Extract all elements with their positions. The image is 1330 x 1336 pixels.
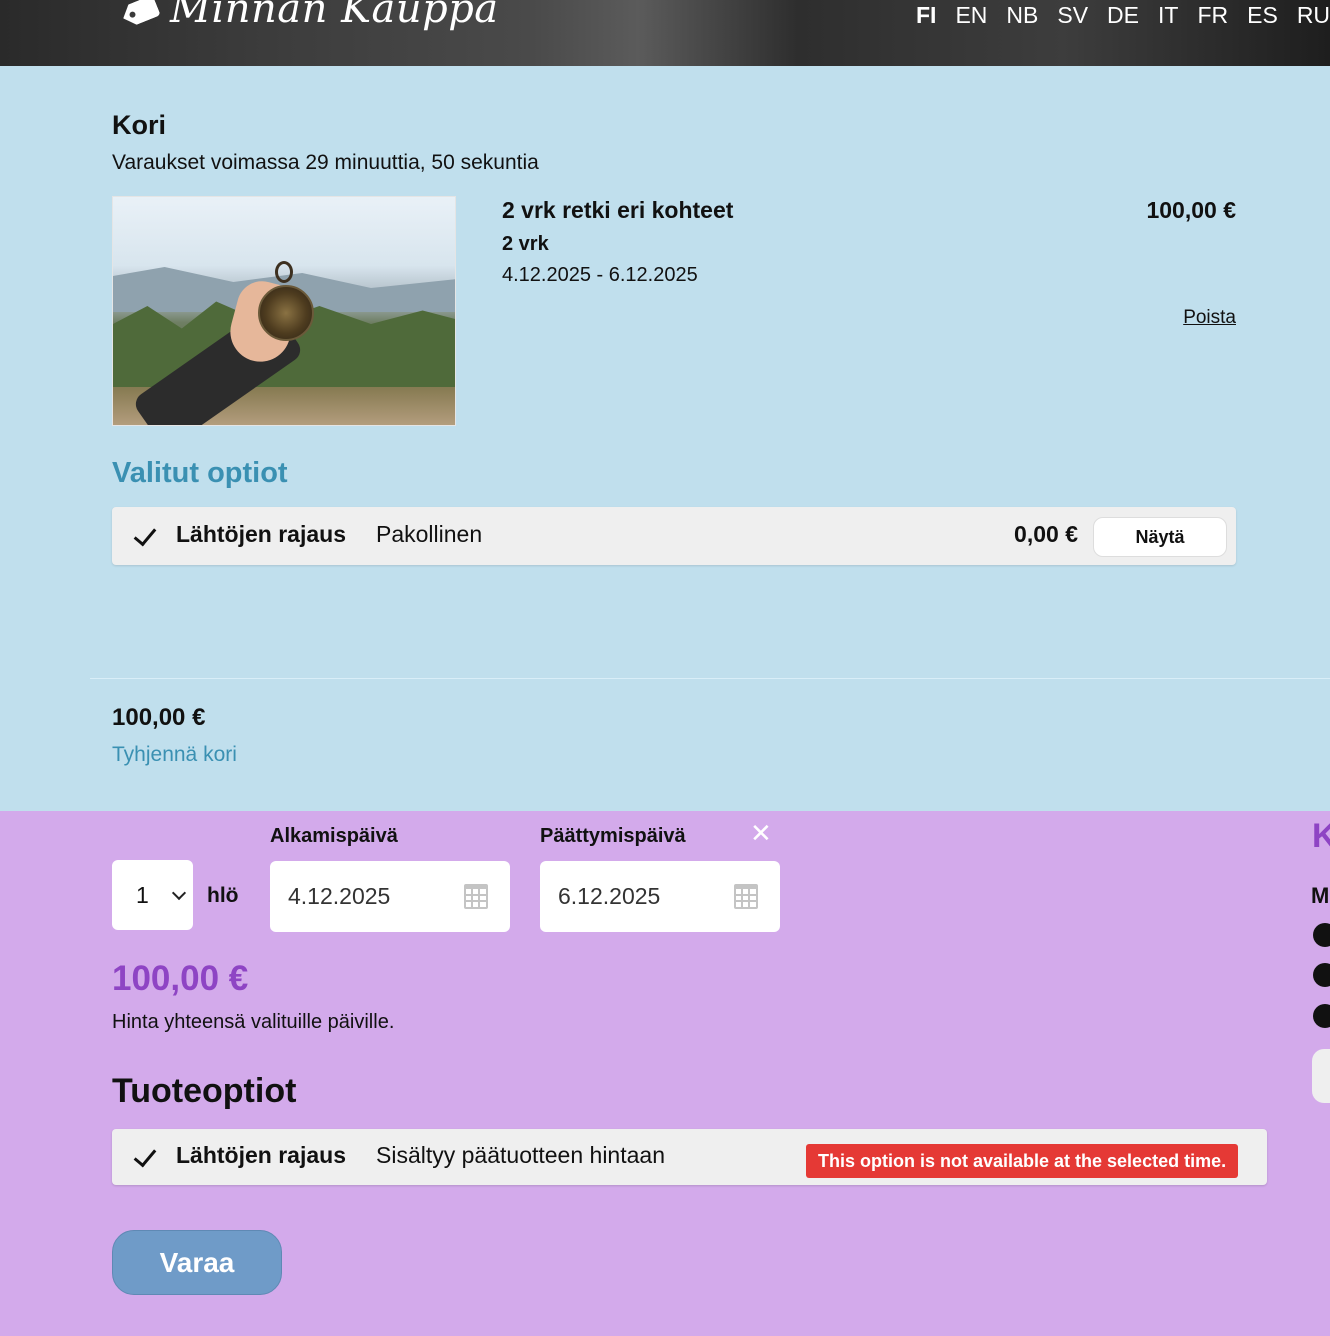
cart-panel: Kori Varaukset voimassa 29 minuuttia, 50… — [0, 66, 1330, 811]
lang-en[interactable]: EN — [955, 2, 987, 28]
check-icon — [132, 1145, 158, 1169]
calendar-icon[interactable] — [734, 884, 758, 909]
lang-nb[interactable]: NB — [1006, 2, 1038, 28]
option-price: 0,00 € — [1014, 521, 1078, 547]
option-description: Pakollinen — [376, 521, 483, 547]
option-name: Lähtöjen rajaus — [176, 521, 346, 547]
cart-item-price: 100,00 € — [1146, 197, 1236, 223]
option-description: Sisältyy päätuotteen hintaan — [376, 1142, 665, 1168]
end-date-label: Päättymispäivä — [540, 825, 686, 847]
booking-price-note: Hinta yhteensä valituille päiville. — [112, 1011, 395, 1033]
cart-title: Kori — [112, 110, 166, 140]
lang-sv[interactable]: SV — [1057, 2, 1088, 28]
show-option-button[interactable]: Näytä — [1093, 517, 1227, 557]
product-options-title: Tuoteoptiot — [112, 1072, 297, 1110]
lang-de[interactable]: DE — [1107, 2, 1139, 28]
cart-item-duration: 2 vrk — [502, 233, 549, 255]
email-icon[interactable] — [1313, 923, 1330, 947]
quantity-value: 1 — [136, 882, 149, 908]
quantity-unit: hlö — [207, 884, 239, 907]
product-option-row[interactable]: Lähtöjen rajaus Sisältyy päätuotteen hin… — [112, 1129, 1267, 1185]
cart-item-title: 2 vrk retki eri kohteet — [502, 197, 734, 223]
language-switcher: FI EN NB SV DE IT FR ES RU — [916, 2, 1330, 28]
quantity-select[interactable]: 1 — [112, 860, 193, 930]
close-icon[interactable]: ✕ — [750, 819, 772, 849]
end-date-value: 6.12.2025 — [558, 883, 661, 909]
cart-divider — [90, 678, 1330, 679]
lang-it[interactable]: IT — [1158, 2, 1178, 28]
reservation-timer: Varaukset voimassa 29 minuuttia, 50 seku… — [112, 151, 539, 174]
check-icon — [132, 524, 158, 548]
clear-cart-link[interactable]: Tyhjennä kori — [112, 743, 237, 767]
book-button[interactable]: Varaa — [112, 1230, 282, 1295]
logo-text: Minnan Kauppa — [170, 0, 499, 32]
start-date-input[interactable]: 4.12.2025 — [270, 861, 510, 932]
sidebar-subheading: M — [1311, 883, 1330, 908]
sidebar-heading: K — [1312, 817, 1330, 855]
lang-ru[interactable]: RU — [1297, 2, 1330, 28]
remove-item-link[interactable]: Poista — [1183, 307, 1236, 329]
lang-fr[interactable]: FR — [1197, 2, 1228, 28]
booking-price: 100,00 € — [112, 959, 249, 998]
option-name: Lähtöjen rajaus — [176, 1142, 346, 1168]
selected-option-row: Lähtöjen rajaus Pakollinen 0,00 € Näytä — [112, 507, 1236, 565]
cart-item-dates: 4.12.2025 - 6.12.2025 — [502, 264, 698, 286]
product-image — [112, 196, 456, 426]
cart-total: 100,00 € — [112, 704, 206, 731]
start-date-value: 4.12.2025 — [288, 883, 391, 909]
site-logo[interactable]: Minnan Kauppa — [116, 0, 499, 32]
selected-options-title: Valitut optiot — [112, 457, 288, 489]
phone-icon[interactable] — [1313, 963, 1330, 987]
unavailable-warning: This option is not available at the sele… — [806, 1144, 1239, 1178]
lang-es[interactable]: ES — [1247, 2, 1278, 28]
tag-icon — [112, 0, 166, 35]
lang-fi[interactable]: FI — [916, 2, 936, 28]
sidebar-button[interactable] — [1312, 1049, 1330, 1103]
contact-icon[interactable] — [1313, 1004, 1330, 1028]
site-header: Minnan Kauppa FI EN NB SV DE IT FR ES RU — [0, 0, 1330, 66]
start-date-label: Alkamispäivä — [270, 825, 398, 847]
end-date-input[interactable]: 6.12.2025 — [540, 861, 780, 932]
chevron-down-icon — [171, 885, 187, 901]
calendar-icon[interactable] — [464, 884, 488, 909]
booking-panel: 1 hlö Alkamispäivä 4.12.2025 Päättymispä… — [0, 811, 1330, 1336]
